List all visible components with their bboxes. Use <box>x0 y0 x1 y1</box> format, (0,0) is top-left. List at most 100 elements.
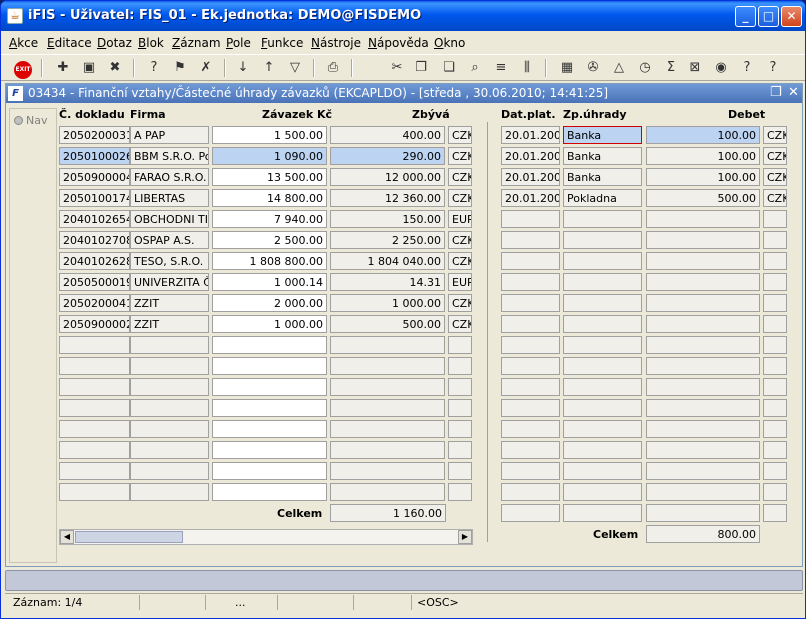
debit-amount-cell[interactable]: 100.00 <box>646 168 760 186</box>
restore-icon[interactable]: ❐ <box>770 85 782 100</box>
remaining-amount-cell[interactable] <box>330 378 445 396</box>
document-number-cell[interactable] <box>59 483 130 501</box>
payment-method-cell[interactable] <box>563 294 642 312</box>
currency-cell[interactable] <box>763 504 787 522</box>
payment-method-cell[interactable] <box>563 210 642 228</box>
document-number-cell[interactable] <box>59 357 130 375</box>
insert-record-icon[interactable]: ▣ <box>79 58 99 78</box>
nav-radio[interactable] <box>14 116 23 125</box>
filter-icon[interactable]: ▽ <box>285 58 305 78</box>
remaining-amount-cell[interactable]: 290.00 <box>330 147 445 165</box>
currency-cell[interactable] <box>448 462 472 480</box>
sum-icon[interactable]: Σ <box>661 58 681 78</box>
cut-icon[interactable]: ✂ <box>387 58 407 78</box>
payment-date-cell[interactable]: 20.01.2006 <box>501 189 560 207</box>
payment-method-cell[interactable] <box>563 357 642 375</box>
remaining-amount-cell[interactable]: 1 804 040.00 <box>330 252 445 270</box>
currency-cell[interactable]: CZK <box>448 189 472 207</box>
document-number-cell[interactable] <box>59 441 130 459</box>
help-icon[interactable]: ? <box>737 58 757 78</box>
payment-date-cell[interactable] <box>501 378 560 396</box>
currency-cell[interactable] <box>448 483 472 501</box>
debit-amount-cell[interactable] <box>646 294 760 312</box>
excel-icon[interactable]: ⊠ <box>685 58 705 78</box>
print-icon[interactable]: ⎙ <box>323 58 343 78</box>
currency-cell[interactable]: EUR <box>448 210 472 228</box>
liability-amount-cell[interactable]: 1 090.00 <box>212 147 327 165</box>
debit-amount-cell[interactable] <box>646 420 760 438</box>
currency-cell[interactable] <box>448 336 472 354</box>
payment-date-cell[interactable] <box>501 231 560 249</box>
firm-cell[interactable] <box>130 399 209 417</box>
currency-cell[interactable] <box>763 357 787 375</box>
payment-date-cell[interactable] <box>501 441 560 459</box>
payment-date-cell[interactable] <box>501 462 560 480</box>
currency-cell[interactable] <box>763 399 787 417</box>
currency-cell[interactable]: CZK <box>763 189 787 207</box>
debit-amount-cell[interactable] <box>646 231 760 249</box>
document-number-cell[interactable]: 2050900002 <box>59 315 130 333</box>
document-number-cell[interactable]: 2050100026 <box>59 147 130 165</box>
enter-query-icon[interactable]: ? <box>144 58 164 78</box>
remaining-amount-cell[interactable]: 1 000.00 <box>330 294 445 312</box>
context-help-icon[interactable]: ? <box>763 58 783 78</box>
payment-method-cell[interactable] <box>563 420 642 438</box>
currency-cell[interactable] <box>763 378 787 396</box>
liability-amount-cell[interactable] <box>212 483 327 501</box>
currency-cell[interactable]: CZK <box>448 147 472 165</box>
payment-date-cell[interactable]: 20.01.2006 <box>501 126 560 144</box>
currency-cell[interactable]: CZK <box>763 126 787 144</box>
firm-cell[interactable]: LIBERTAS <box>130 189 209 207</box>
chart-icon[interactable]: △ <box>609 58 629 78</box>
liability-amount-cell[interactable]: 1 000.14 <box>212 273 327 291</box>
title-bar[interactable]: ☕ iFIS - Uživatel: FIS_01 - Ek.jednotka:… <box>1 1 805 31</box>
menu-nastroje[interactable]: Nástroje <box>311 36 361 50</box>
document-number-cell[interactable] <box>59 399 130 417</box>
search-icon[interactable]: ⌕ <box>465 58 485 78</box>
menu-blok[interactable]: Blok <box>138 36 164 50</box>
currency-cell[interactable] <box>763 315 787 333</box>
debit-amount-cell[interactable] <box>646 462 760 480</box>
payment-method-cell[interactable] <box>563 441 642 459</box>
debit-amount-cell[interactable]: 100.00 <box>646 147 760 165</box>
currency-cell[interactable] <box>763 441 787 459</box>
payment-method-cell[interactable]: Banka <box>563 168 642 186</box>
payment-date-cell[interactable] <box>501 294 560 312</box>
document-number-cell[interactable]: 2050200031 <box>59 126 130 144</box>
remaining-amount-cell[interactable] <box>330 336 445 354</box>
settings-icon[interactable]: ✇ <box>583 58 603 78</box>
paste-icon[interactable]: ❏ <box>439 58 459 78</box>
payment-date-cell[interactable] <box>501 399 560 417</box>
debit-amount-cell[interactable]: 500.00 <box>646 189 760 207</box>
currency-cell[interactable]: CZK <box>448 315 472 333</box>
scroll-thumb[interactable] <box>75 531 183 543</box>
liability-amount-cell[interactable] <box>212 441 327 459</box>
remaining-amount-cell[interactable]: 400.00 <box>330 126 445 144</box>
payment-method-cell[interactable] <box>563 252 642 270</box>
currency-cell[interactable]: CZK <box>448 231 472 249</box>
form-close-icon[interactable]: ✕ <box>788 85 799 100</box>
document-number-cell[interactable]: 2050900004 <box>59 168 130 186</box>
currency-cell[interactable] <box>763 483 787 501</box>
currency-cell[interactable]: CZK <box>763 147 787 165</box>
currency-cell[interactable] <box>763 252 787 270</box>
liability-amount-cell[interactable]: 14 800.00 <box>212 189 327 207</box>
remaining-amount-cell[interactable]: 12 000.00 <box>330 168 445 186</box>
payment-date-cell[interactable]: 20.01.2006 <box>501 147 560 165</box>
liability-amount-cell[interactable]: 7 940.00 <box>212 210 327 228</box>
liability-amount-cell[interactable] <box>212 378 327 396</box>
payment-method-cell[interactable] <box>563 378 642 396</box>
payment-method-cell[interactable] <box>563 273 642 291</box>
menu-dotaz[interactable]: Dotaz <box>97 36 132 50</box>
document-number-cell[interactable] <box>59 462 130 480</box>
cancel-query-icon[interactable]: ✗ <box>196 58 216 78</box>
sort-asc-icon[interactable]: ↓ <box>233 58 253 78</box>
currency-cell[interactable] <box>448 399 472 417</box>
currency-cell[interactable]: CZK <box>763 168 787 186</box>
currency-cell[interactable]: CZK <box>448 168 472 186</box>
clock-icon[interactable]: ◷ <box>635 58 655 78</box>
currency-cell[interactable]: CZK <box>448 126 472 144</box>
list-icon[interactable]: ≡ <box>491 58 511 78</box>
firm-cell[interactable]: UNIVERZITA Čes <box>130 273 209 291</box>
debit-amount-cell[interactable] <box>646 336 760 354</box>
